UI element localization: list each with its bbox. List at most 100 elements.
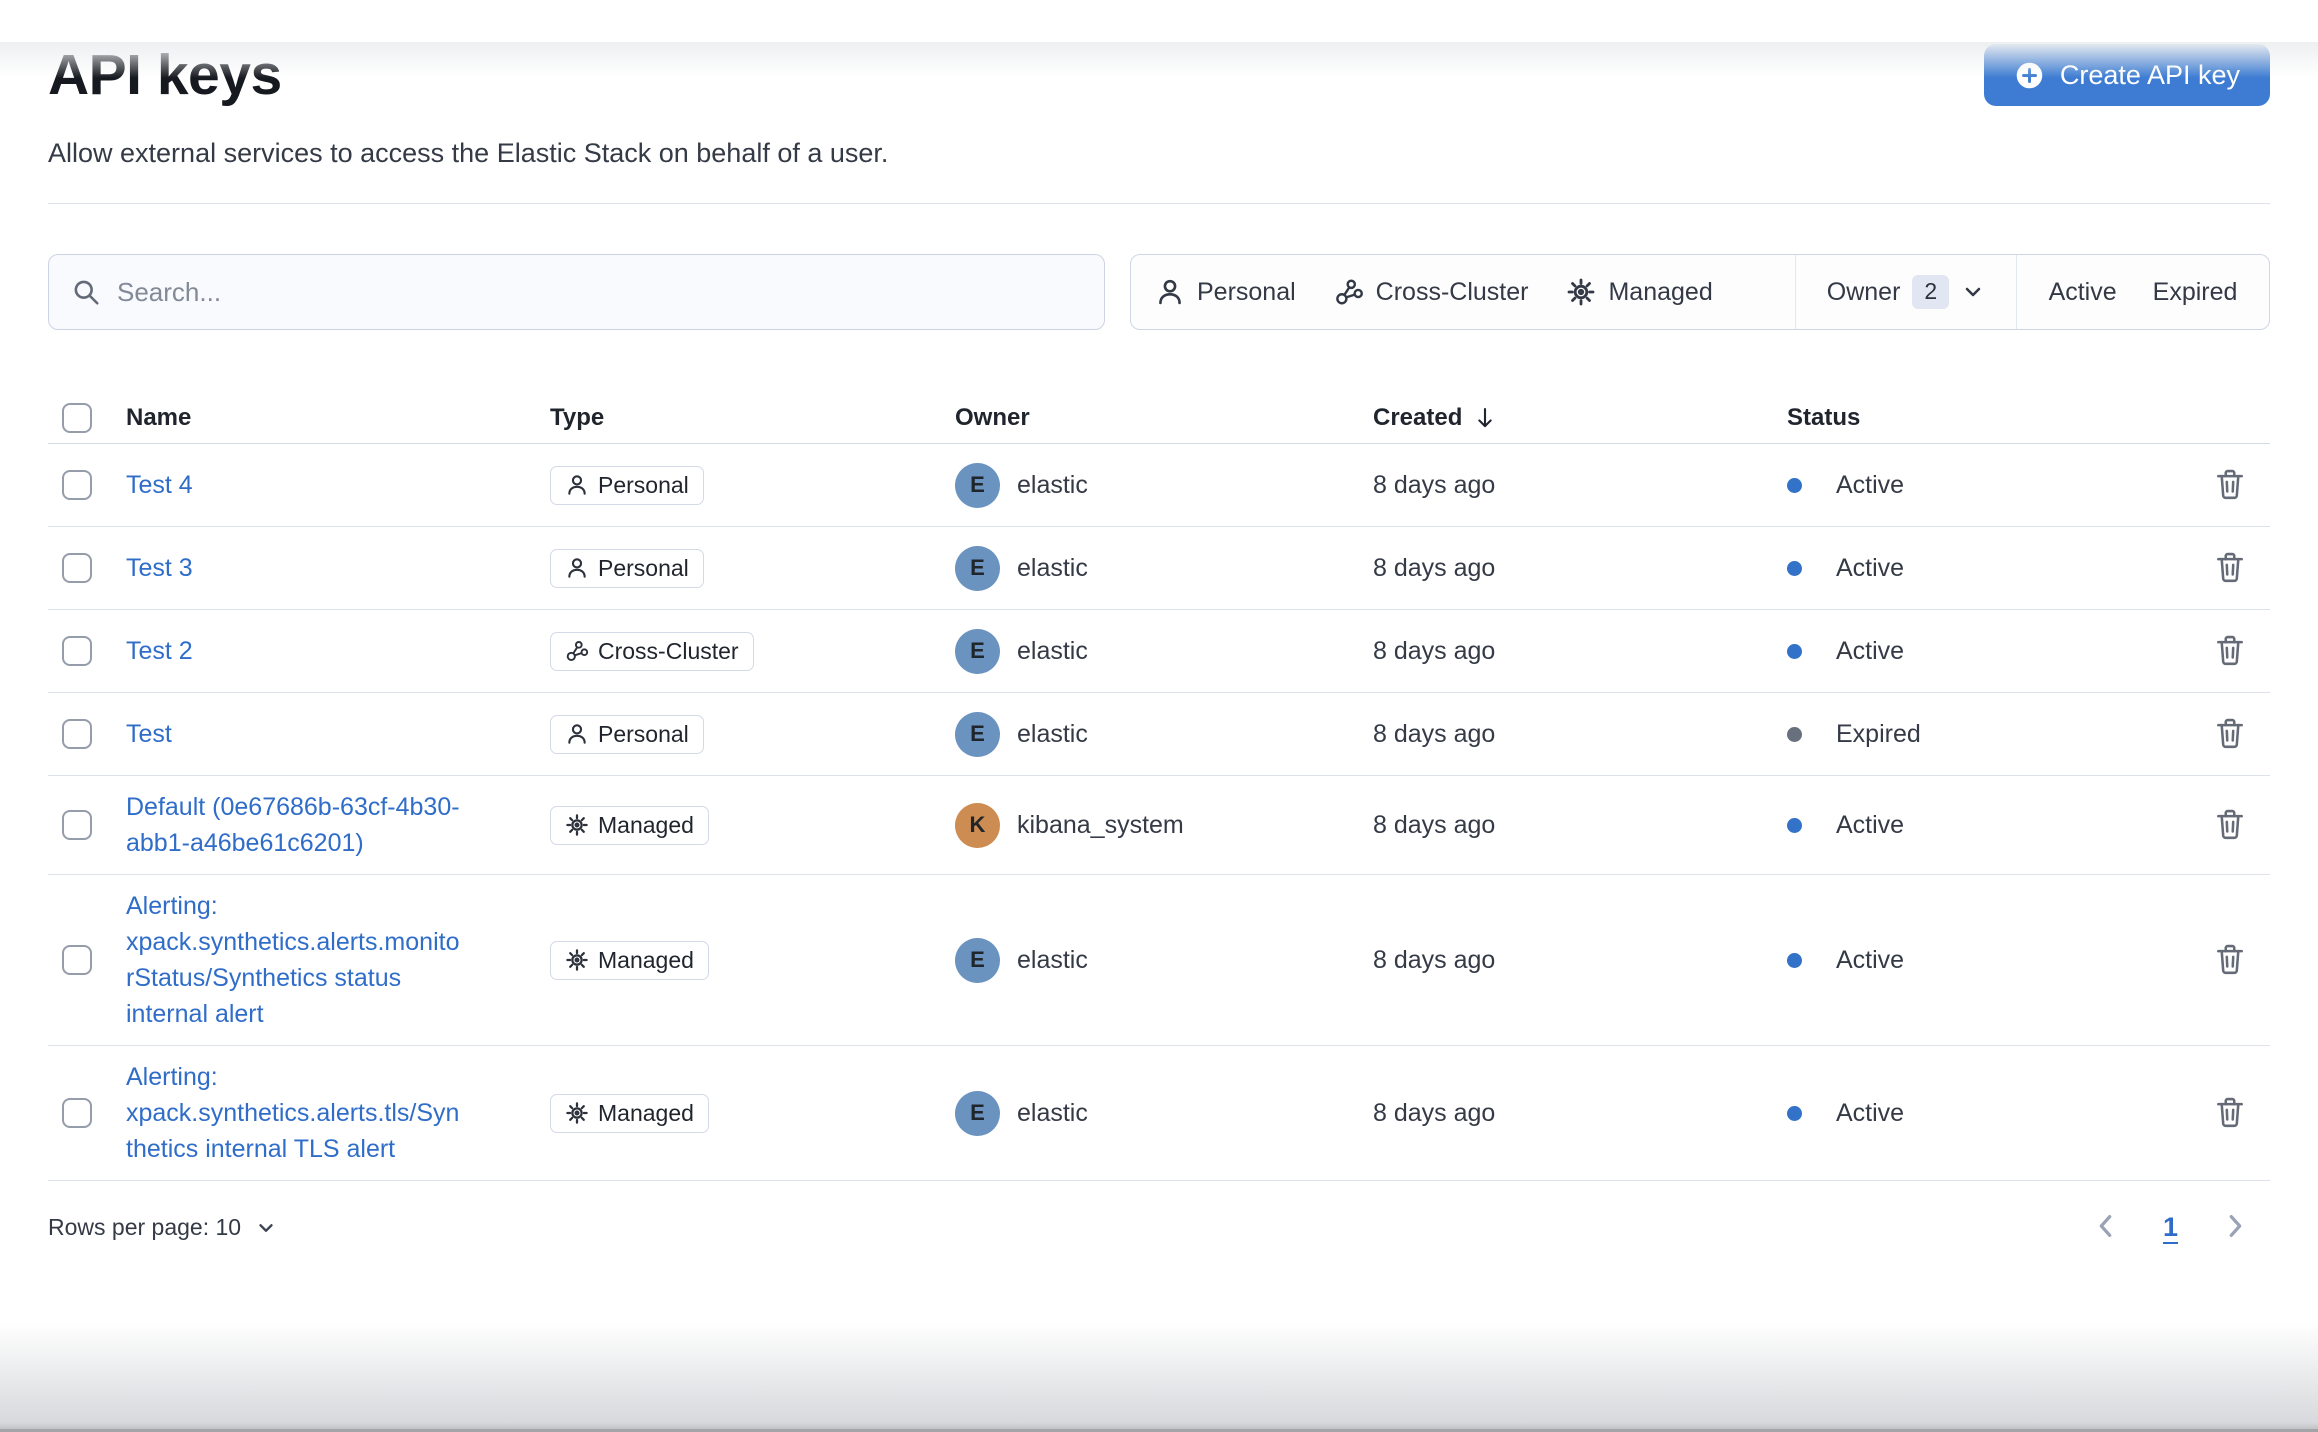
create-api-key-button[interactable]: Create API key (1983, 44, 2270, 106)
column-header-owner[interactable]: Owner (955, 404, 1030, 432)
owner-avatar: E (955, 1090, 1000, 1136)
sort-descending-icon (1472, 405, 1498, 431)
type-badge: Personal (550, 548, 704, 588)
api-keys-page: API keys Create API key Allow external s… (0, 42, 2318, 1432)
row-checkbox[interactable] (62, 636, 92, 666)
status-label: Active (1836, 810, 1905, 839)
filter-owner-label: Owner (1826, 277, 1901, 306)
pagination: 1 (2089, 1209, 2270, 1246)
trash-icon (2213, 716, 2247, 750)
status-dot (1787, 726, 1802, 742)
delete-api-key-button[interactable] (2209, 712, 2251, 757)
filter-expired-label: Expired (2152, 277, 2238, 306)
type-badge: Personal (550, 465, 704, 505)
created-value: 8 days ago (1373, 1098, 1496, 1127)
user-icon (565, 556, 589, 580)
type-badge: Personal (550, 714, 704, 754)
created-value: 8 days ago (1373, 470, 1496, 499)
owner-name: elastic (1017, 636, 1088, 665)
chevron-down-icon (255, 1217, 277, 1239)
filter-owner[interactable]: Owner 2 (1827, 275, 1985, 309)
api-key-name-link[interactable]: Test (126, 716, 172, 752)
owner-avatar: E (955, 462, 1000, 508)
filter-managed-label: Managed (1608, 277, 1713, 306)
api-key-name-link[interactable]: Test 3 (126, 550, 193, 586)
filter-active-label: Active (2048, 277, 2117, 306)
owner-avatar: E (955, 937, 1000, 983)
rows-per-page-button[interactable]: Rows per page: 10 (48, 1214, 277, 1241)
column-header-created[interactable]: Created (1373, 404, 1498, 432)
type-badge-label: Managed (598, 811, 694, 838)
filter-active[interactable]: Active (2049, 278, 2117, 307)
delete-api-key-button[interactable] (2209, 803, 2251, 848)
previous-page-button[interactable] (2089, 1209, 2123, 1246)
api-key-name-link[interactable]: Alerting: xpack.synthetics.alerts.tls/Sy… (126, 1059, 466, 1167)
status-dot (1787, 560, 1802, 576)
chevron-left-icon (2091, 1211, 2121, 1241)
delete-api-key-button[interactable] (2209, 546, 2251, 591)
row-checkbox[interactable] (62, 719, 92, 749)
row-checkbox[interactable] (62, 470, 92, 500)
column-header-name[interactable]: Name (126, 404, 191, 432)
delete-api-key-button[interactable] (2209, 463, 2251, 508)
column-header-status[interactable]: Status (1787, 404, 1860, 432)
status-label: Active (1836, 1098, 1905, 1127)
api-key-name-link[interactable]: Alerting: xpack.synthetics.alerts.monito… (126, 888, 466, 1032)
type-badge: Cross-Cluster (550, 631, 754, 671)
filter-cross-cluster-label: Cross-Cluster (1375, 277, 1529, 306)
user-icon (565, 473, 589, 497)
table-row: Test Personal E elastic 8 days ago Expir… (48, 693, 2270, 776)
trash-icon (2213, 633, 2247, 667)
status-label: Active (1836, 553, 1905, 582)
user-icon (1155, 277, 1185, 307)
status-label: Active (1836, 470, 1905, 499)
row-checkbox[interactable] (62, 810, 92, 840)
row-checkbox[interactable] (62, 553, 92, 583)
table-row: Test 2 Cross-Cluster E elastic 8 days ag… (48, 610, 2270, 693)
trash-icon (2213, 1095, 2247, 1129)
api-key-name-link[interactable]: Test 4 (126, 467, 193, 503)
table-row: Test 3 Personal E elastic 8 days ago Act… (48, 527, 2270, 610)
page-number-1[interactable]: 1 (2163, 1212, 2178, 1243)
created-value: 8 days ago (1373, 636, 1496, 665)
delete-api-key-button[interactable] (2209, 1091, 2251, 1136)
table-header-row: Name Type Owner Created Status (48, 392, 2270, 444)
search-box[interactable] (48, 254, 1105, 330)
page-subtitle: Allow external services to access the El… (48, 138, 889, 168)
search-input[interactable] (117, 276, 1082, 308)
column-header-type[interactable]: Type (550, 404, 604, 432)
owner-count-badge: 2 (1912, 275, 1950, 309)
table-body: Test 4 Personal E elastic 8 days ago Act… (48, 444, 2270, 1181)
delete-api-key-button[interactable] (2209, 938, 2251, 983)
status-dot (1787, 477, 1802, 493)
delete-api-key-button[interactable] (2209, 629, 2251, 674)
table-row: Default (0e67686b-63cf-4b30-abb1-a46be61… (48, 776, 2270, 875)
row-checkbox[interactable] (62, 945, 92, 975)
row-checkbox[interactable] (62, 1098, 92, 1128)
chevron-down-icon (1961, 280, 1985, 304)
trash-icon (2213, 942, 2247, 976)
owner-name: elastic (1017, 553, 1088, 582)
filter-bar: Personal Cross-Cluster Managed Owner 2 A… (1130, 254, 2270, 330)
filter-personal[interactable]: Personal (1155, 277, 1296, 307)
create-api-key-label: Create API key (2059, 59, 2240, 90)
status-label: Active (1836, 945, 1905, 974)
page-header: API keys Create API key (48, 42, 2270, 108)
toolbar: Personal Cross-Cluster Managed Owner 2 (48, 254, 2270, 330)
owner-name: elastic (1017, 470, 1088, 499)
plus-in-circle-icon (2014, 60, 2045, 91)
filter-managed[interactable]: Managed (1566, 277, 1713, 307)
filter-cross-cluster[interactable]: Cross-Cluster (1334, 277, 1529, 307)
owner-name: elastic (1017, 719, 1088, 748)
trash-icon (2213, 807, 2247, 841)
created-value: 8 days ago (1373, 810, 1496, 839)
user-icon (565, 722, 589, 746)
api-key-name-link[interactable]: Test 2 (126, 633, 193, 669)
select-all-checkbox[interactable] (62, 402, 92, 433)
chevron-right-icon (2220, 1211, 2250, 1241)
gear-icon (565, 1101, 589, 1125)
next-page-button[interactable] (2218, 1209, 2252, 1246)
filter-expired[interactable]: Expired (2153, 278, 2238, 307)
status-label: Expired (1836, 719, 1921, 748)
api-key-name-link[interactable]: Default (0e67686b-63cf-4b30-abb1-a46be61… (126, 789, 466, 861)
